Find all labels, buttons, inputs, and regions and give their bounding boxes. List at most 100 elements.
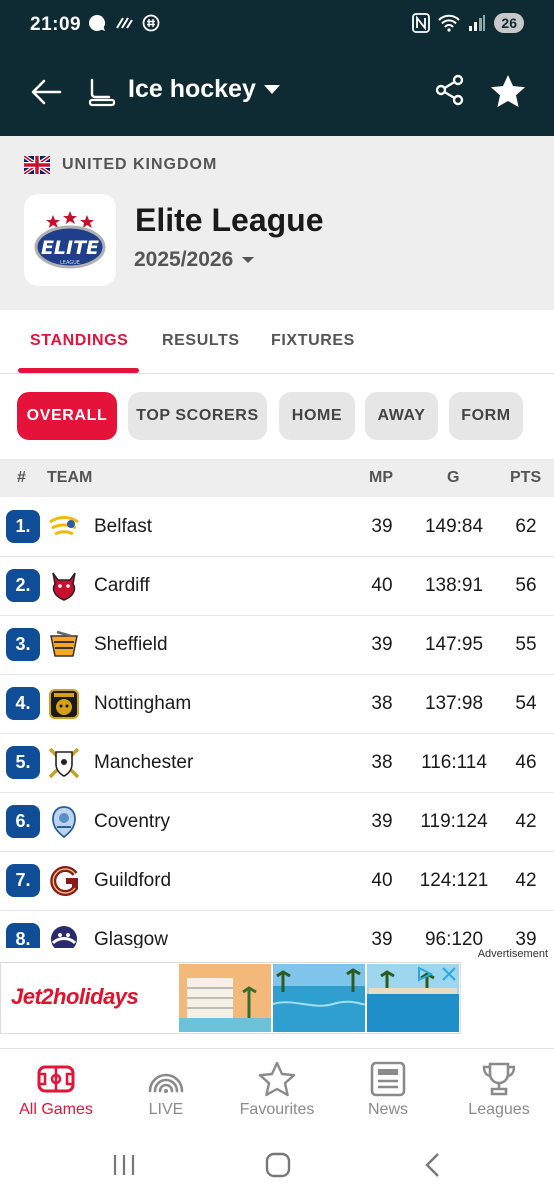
nav-live[interactable]: LIVE [111,1061,221,1119]
season-label: 2025/2026 [134,248,234,271]
back-icon[interactable] [420,1151,446,1179]
chevron-down-icon[interactable] [262,82,282,96]
table-row[interactable]: 4. Nottingham 38 137:98 54 [0,675,554,734]
header-rank: # [17,469,26,486]
tab-standings[interactable]: STANDINGS [30,332,128,350]
adchoices-icon[interactable] [415,965,435,983]
signal-icon [469,15,486,31]
nav-all-games[interactable]: All Games [1,1061,111,1119]
table-row[interactable]: 8. Glasgow 39 96:120 39 [0,911,554,948]
ice-hockey-icon [88,78,116,107]
team-name: Cardiff [94,575,150,596]
team-name: Guildford [94,870,172,891]
rank-badge: 3. [6,628,40,661]
header-goals: G [447,469,460,486]
news-icon [370,1061,406,1097]
team-name: Sheffield [94,634,168,655]
header-points: PTS [510,469,542,486]
team-name: Glasgow [94,929,168,948]
data-saver-icon [116,17,133,29]
country-row[interactable]: UNITED KINGDOM [24,156,217,174]
favourite-star-icon[interactable] [488,72,528,112]
status-icons-right: 26 [412,13,524,33]
matches-played: 39 [371,811,393,832]
recent-apps-icon[interactable] [111,1152,137,1178]
team-logo-icon [49,689,79,719]
status-bar: 21:09 26 [0,0,554,52]
chip-top-scorers[interactable]: TOP SCORERS [128,392,267,440]
battery-indicator: 26 [494,13,524,33]
rank-badge: 8. [6,923,40,948]
table-row[interactable]: 3. Sheffield 39 147:95 55 [0,616,554,675]
tab-results[interactable]: RESULTS [162,332,240,350]
points: 54 [515,693,537,714]
matches-played: 39 [371,516,393,537]
hash-circle-icon [142,14,160,32]
back-arrow-icon[interactable] [28,74,64,110]
svg-text:LEAGUE: LEAGUE [60,260,80,266]
filter-chips: OVERALL TOP SCORERS HOME AWAY FORM [0,392,554,442]
goals: 149:84 [424,516,484,537]
app-bar: Ice hockey [0,52,554,136]
season-selector[interactable]: 2025/2026 [134,248,255,272]
team-name: Belfast [94,516,153,537]
points: 42 [515,811,537,832]
team-logo-icon [52,806,76,839]
team-name: Nottingham [94,693,192,714]
rank-badge: 4. [6,687,40,720]
nav-label: News [367,1101,408,1118]
chip-home[interactable]: HOME [279,392,355,440]
league-header: UNITED KINGDOM ELITE LEAGUE Elite League… [0,136,554,310]
goals: 96:120 [424,929,484,948]
nav-label: Leagues [468,1101,530,1118]
table-row[interactable]: 6. Coventry 39 119:124 42 [0,793,554,852]
nav-leagues[interactable]: Leagues [444,1061,554,1119]
chip-overall[interactable]: OVERALL [17,392,117,440]
table-row[interactable]: 1. Belfast 39 149:84 62 [0,498,554,557]
team-logo-icon [50,630,78,657]
chip-away[interactable]: AWAY [365,392,438,440]
table-row[interactable]: 7. Guildford 40 124:121 42 [0,852,554,911]
uk-flag-icon [24,156,50,174]
rank-badge: 6. [6,805,40,838]
star-icon [258,1061,296,1097]
goals: 116:114 [421,752,487,773]
chevron-down-icon [242,257,255,263]
message-icon [88,14,106,31]
ad-brand: Jet2holidays [11,984,139,1009]
matches-played: 39 [371,634,393,655]
sport-title[interactable]: Ice hockey [128,75,256,104]
table-row[interactable]: 2. Cardiff 40 138:91 56 [0,557,554,616]
tab-fixtures[interactable]: FIXTURES [271,332,355,350]
close-ad-icon[interactable] [441,966,457,982]
active-tab-indicator [18,368,139,373]
trophy-icon [482,1062,516,1096]
points: 62 [515,516,537,537]
advertisement-label: Advertisement [477,948,548,960]
matches-played: 40 [371,575,393,596]
nav-label: LIVE [148,1101,184,1118]
rank-badge: 7. [6,864,40,897]
nav-favourites[interactable]: Favourites [222,1061,332,1119]
goals: 138:91 [424,575,484,596]
ad-banner[interactable]: Jet2holidays [0,962,461,1034]
pool-photo-icon [273,964,365,1032]
header-team: TEAM [47,469,93,486]
nav-news[interactable]: News [333,1061,443,1119]
svg-text:ELITE: ELITE [41,237,99,259]
team-logo-icon [49,516,79,536]
country-name: UNITED KINGDOM [62,156,218,173]
standings-header: # TEAM MP G PTS [0,459,554,497]
matches-played: 38 [371,752,393,773]
table-row[interactable]: 5. Manchester 38 116:114 46 [0,734,554,793]
team-logo-icon [48,747,80,779]
bottom-navigation: All Games LIVE Favourites News Leagues [0,1048,554,1136]
league-logo: ELITE LEAGUE [24,194,116,286]
wifi-icon [438,14,461,32]
chip-form[interactable]: FORM [449,392,523,440]
rank-badge: 5. [6,746,40,779]
points: 55 [515,634,537,655]
home-icon[interactable] [264,1151,292,1179]
share-icon[interactable] [432,72,468,108]
header-mp: MP [369,469,393,486]
